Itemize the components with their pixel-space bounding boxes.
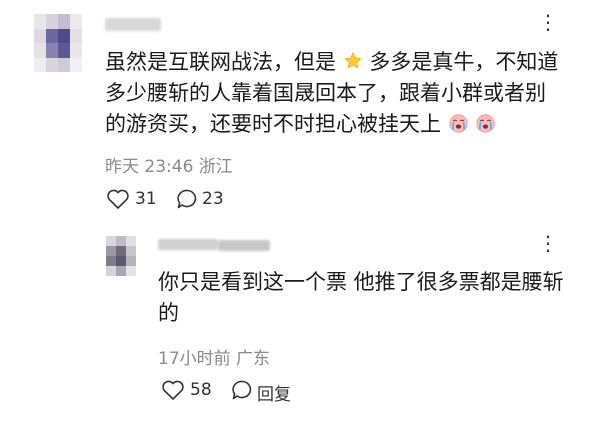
- avatar-pixel: [106, 266, 116, 276]
- more-options-icon[interactable]: ⋮: [538, 12, 559, 32]
- comment-text-line2: 多少腰斩的人靠着国晟回本了，跟着小群或者别: [105, 81, 546, 105]
- avatar-pixel: [34, 57, 46, 72]
- avatar-pixel: [70, 43, 82, 58]
- crying-face-icon: [476, 114, 495, 133]
- avatar-pixel: [126, 246, 136, 256]
- avatar-pixel: [58, 43, 70, 58]
- avatar-pixel: [106, 246, 116, 256]
- reply-button-label[interactable]: 回复: [257, 380, 291, 405]
- avatar-pixel: [58, 57, 70, 72]
- reply-text-line1: 你只是看到这一个票 他推了很多票都是腰斩: [158, 270, 564, 294]
- avatar-pixel: [34, 14, 46, 29]
- reply-text: 你只是看到这一个票 他推了很多票都是腰斩 的: [158, 267, 578, 333]
- like-count: 31: [135, 189, 157, 209]
- avatar-pixel: [70, 57, 82, 72]
- avatar-pixel: [46, 57, 58, 72]
- avatar-pixel: [58, 28, 70, 43]
- reply-like-count: 58: [190, 380, 212, 400]
- avatar-pixel: [106, 256, 116, 266]
- heart-icon[interactable]: [161, 379, 185, 401]
- star-emoji-icon: [344, 52, 362, 69]
- reply-username-blurred[interactable]: [158, 239, 218, 250]
- reply-timestamp: 17小时前 广东: [158, 349, 271, 369]
- avatar-pixel: [116, 266, 126, 276]
- avatar-pixel: [70, 14, 82, 29]
- heart-icon[interactable]: [106, 188, 130, 210]
- avatar-pixel: [106, 236, 116, 246]
- avatar-pixel: [116, 246, 126, 256]
- comment-bubble-icon[interactable]: [231, 379, 254, 401]
- avatar-pixel: [116, 236, 126, 246]
- avatar-pixel: [70, 28, 82, 43]
- comment-text-part1: 虽然是互联网战法，但是: [105, 50, 336, 74]
- avatar-pixel: [46, 14, 58, 29]
- avatar-pixel: [34, 43, 46, 58]
- avatar-pixel: [126, 236, 136, 246]
- reply-count: 23: [202, 189, 224, 209]
- avatar-pixel: [116, 256, 126, 266]
- comment-text-line3: 的游资买，还要时不时担心被挂天上: [105, 112, 441, 136]
- comment-bubble-icon[interactable]: [176, 188, 199, 210]
- avatar-pixel: [126, 266, 136, 276]
- reply-text-line2: 的: [158, 301, 179, 325]
- avatar-pixel: [34, 28, 46, 43]
- comment-text: 虽然是互联网战法，但是 多多是真牛，不知道 多少腰斩的人靠着国晟回本了，跟着小群…: [105, 47, 585, 147]
- reply-username-blurred-part: [218, 240, 270, 251]
- avatar-pixel: [126, 256, 136, 266]
- comment-timestamp: 昨天 23:46 浙江: [105, 157, 233, 177]
- crying-face-icon: [449, 114, 468, 133]
- avatar-pixel: [46, 28, 58, 43]
- reply-more-options-icon[interactable]: ⋮: [538, 233, 559, 253]
- avatar-pixel: [46, 43, 58, 58]
- avatar[interactable]: [34, 14, 82, 72]
- avatar-pixel: [58, 14, 70, 29]
- username-blurred[interactable]: [105, 18, 161, 31]
- comment-text-part2: 多多是真牛，不知道: [369, 50, 559, 74]
- reply-avatar[interactable]: [106, 236, 136, 276]
